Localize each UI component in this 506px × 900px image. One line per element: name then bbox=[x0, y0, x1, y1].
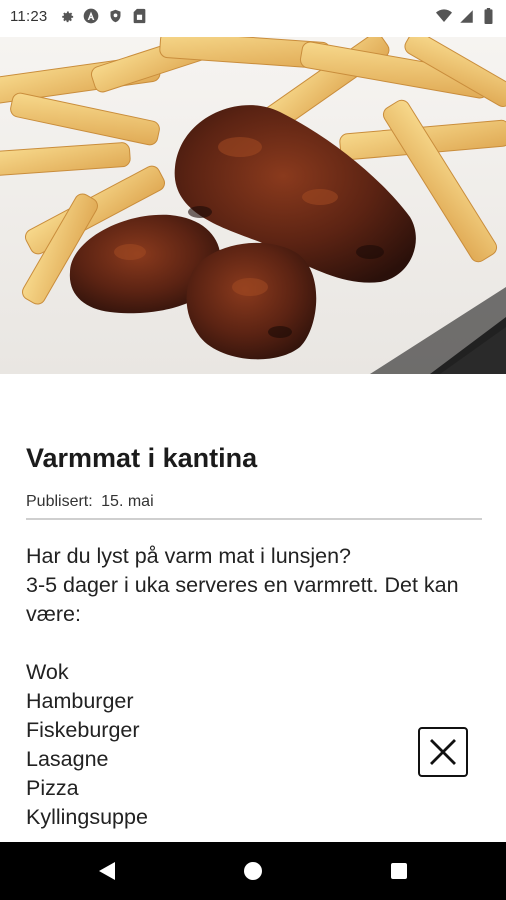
published-date: 15. mai bbox=[101, 493, 154, 510]
back-button[interactable] bbox=[77, 842, 137, 900]
home-button[interactable] bbox=[223, 842, 283, 900]
divider bbox=[26, 518, 482, 520]
list-item: Wok bbox=[26, 660, 69, 684]
status-time: 11:23 bbox=[10, 7, 48, 25]
sim-card-icon bbox=[131, 8, 147, 24]
chicken-wings-photo bbox=[0, 37, 506, 374]
close-icon bbox=[430, 739, 456, 765]
list-item: Kyllingsuppe bbox=[26, 805, 148, 829]
list-item: Pizza bbox=[26, 776, 79, 800]
status-bar: 11:23 bbox=[0, 0, 506, 32]
signal-icon bbox=[458, 8, 474, 24]
dish-list: Wok Hamburger Fiskeburger Lasagne Pizza … bbox=[26, 658, 482, 832]
published-line: Publisert: 15. mai bbox=[26, 492, 482, 512]
recents-button[interactable] bbox=[369, 842, 429, 900]
hero-image bbox=[0, 37, 506, 374]
status-icons-right bbox=[436, 8, 496, 24]
settings-icon bbox=[59, 8, 75, 24]
status-icons-left bbox=[59, 8, 147, 24]
a-circle-icon bbox=[83, 8, 99, 24]
home-icon bbox=[244, 862, 262, 880]
recents-icon bbox=[391, 863, 407, 879]
published-label: Publisert: bbox=[26, 493, 93, 510]
list-item: Lasagne bbox=[26, 747, 109, 771]
intro-line-2: 3-5 dager i uka serveres en varmrett. De… bbox=[26, 573, 459, 626]
battery-icon bbox=[480, 8, 496, 24]
list-item: Fiskeburger bbox=[26, 718, 140, 742]
article-body: Har du lyst på varm mat i lunsjen? 3-5 d… bbox=[26, 542, 482, 629]
wifi-icon bbox=[436, 8, 452, 24]
close-button[interactable] bbox=[418, 727, 468, 777]
article-title: Varmmat i kantina bbox=[26, 443, 258, 473]
navigation-bar bbox=[0, 842, 506, 900]
back-icon bbox=[99, 862, 115, 880]
list-item: Hamburger bbox=[26, 689, 134, 713]
shield-icon bbox=[107, 8, 123, 24]
article: Varmmat i kantina Publisert: 15. mai Har… bbox=[26, 438, 482, 848]
intro-line-1: Har du lyst på varm mat i lunsjen? bbox=[26, 544, 352, 568]
